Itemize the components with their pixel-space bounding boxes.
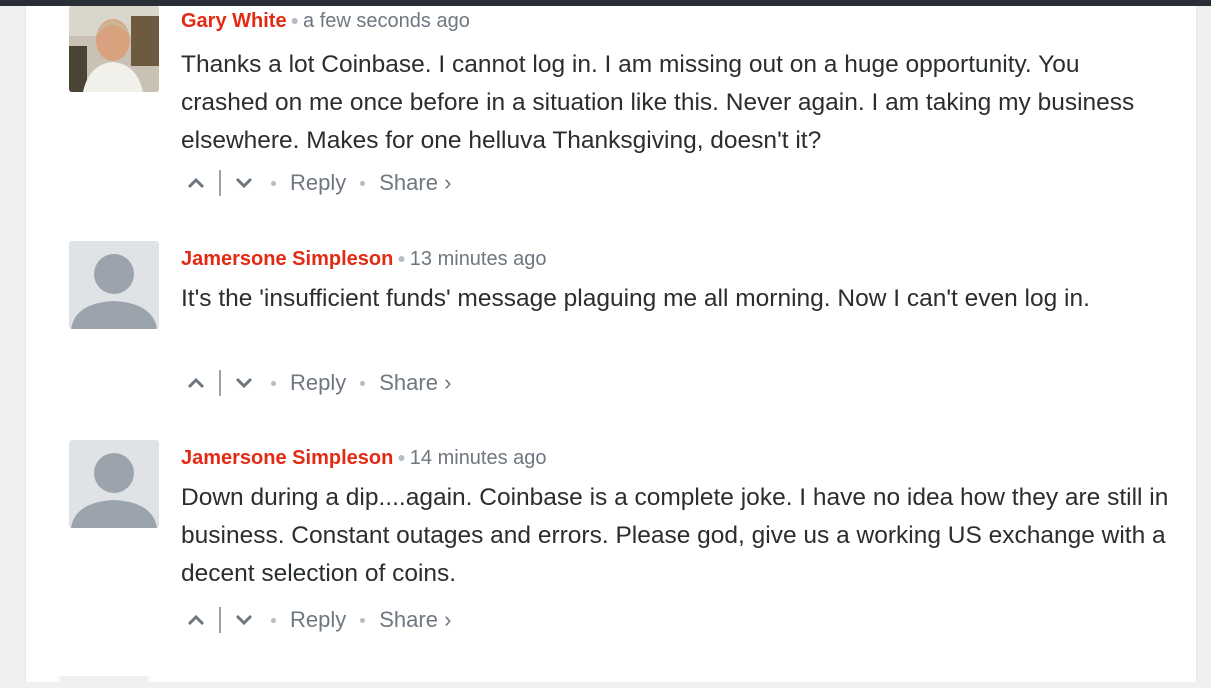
default-user-icon [71, 254, 157, 329]
comment-meta: Jamersone Simpleson ● 14 minutes ago [181, 443, 1171, 471]
next-comment-avatar [59, 676, 149, 688]
comment-actions: Reply Share › [181, 367, 451, 399]
downvote-button[interactable] [231, 370, 257, 396]
share-button[interactable]: Share › [379, 170, 451, 196]
reply-button[interactable]: Reply [290, 607, 346, 633]
avatar[interactable] [69, 440, 159, 528]
separator-dot: ● [397, 449, 406, 465]
vote-divider [219, 170, 221, 196]
comment-actions: Reply Share › [181, 167, 451, 199]
chevron-down-icon [235, 177, 253, 189]
share-button[interactable]: Share › [379, 607, 451, 633]
user-photo-avatar [69, 6, 159, 92]
separator-dot [271, 617, 276, 623]
reply-button[interactable]: Reply [290, 370, 346, 396]
avatar[interactable] [69, 241, 159, 329]
comment-text: Down during a dip....again. Coinbase is … [181, 484, 1169, 587]
avatar[interactable] [69, 6, 159, 92]
share-button[interactable]: Share › [379, 370, 451, 396]
chevron-up-icon [187, 177, 205, 189]
author-name[interactable]: Jamersone Simpleson [181, 447, 393, 469]
chevron-down-icon [235, 614, 253, 626]
separator-dot [360, 617, 366, 623]
timestamp[interactable]: 14 minutes ago [410, 447, 547, 469]
chevron-down-icon [235, 377, 253, 389]
reply-button[interactable]: Reply [290, 170, 346, 196]
comment-text: It's the 'insufficient funds' message pl… [181, 285, 1090, 312]
comment-meta: Gary White ● a few seconds ago [181, 6, 1171, 34]
upvote-button[interactable] [183, 370, 209, 396]
separator-dot [360, 380, 366, 386]
author-name[interactable]: Gary White [181, 10, 287, 32]
comments-panel: Gary White ● a few seconds ago Thanks a lo… [25, 6, 1197, 688]
author-name[interactable]: Jamersone Simpleson [181, 248, 393, 270]
comment-text: Thanks a lot Coinbase. I cannot log in. … [181, 51, 1135, 154]
downvote-button[interactable] [231, 170, 257, 196]
vote-divider [219, 370, 221, 396]
separator-dot [271, 180, 276, 186]
comment-meta: Jamersone Simpleson ● 13 minutes ago [181, 244, 1171, 272]
separator-dot: ● [397, 250, 406, 266]
timestamp[interactable]: a few seconds ago [303, 10, 470, 32]
upvote-button[interactable] [183, 170, 209, 196]
separator-dot [271, 380, 276, 386]
timestamp[interactable]: 13 minutes ago [410, 248, 547, 270]
chevron-up-icon [187, 614, 205, 626]
comment-actions: Reply Share › [181, 604, 451, 636]
vote-divider [219, 607, 221, 633]
separator-dot: ● [290, 12, 300, 28]
chevron-up-icon [187, 377, 205, 389]
downvote-button[interactable] [231, 607, 257, 633]
upvote-button[interactable] [183, 607, 209, 633]
separator-dot [360, 180, 366, 186]
default-user-icon [71, 453, 157, 528]
